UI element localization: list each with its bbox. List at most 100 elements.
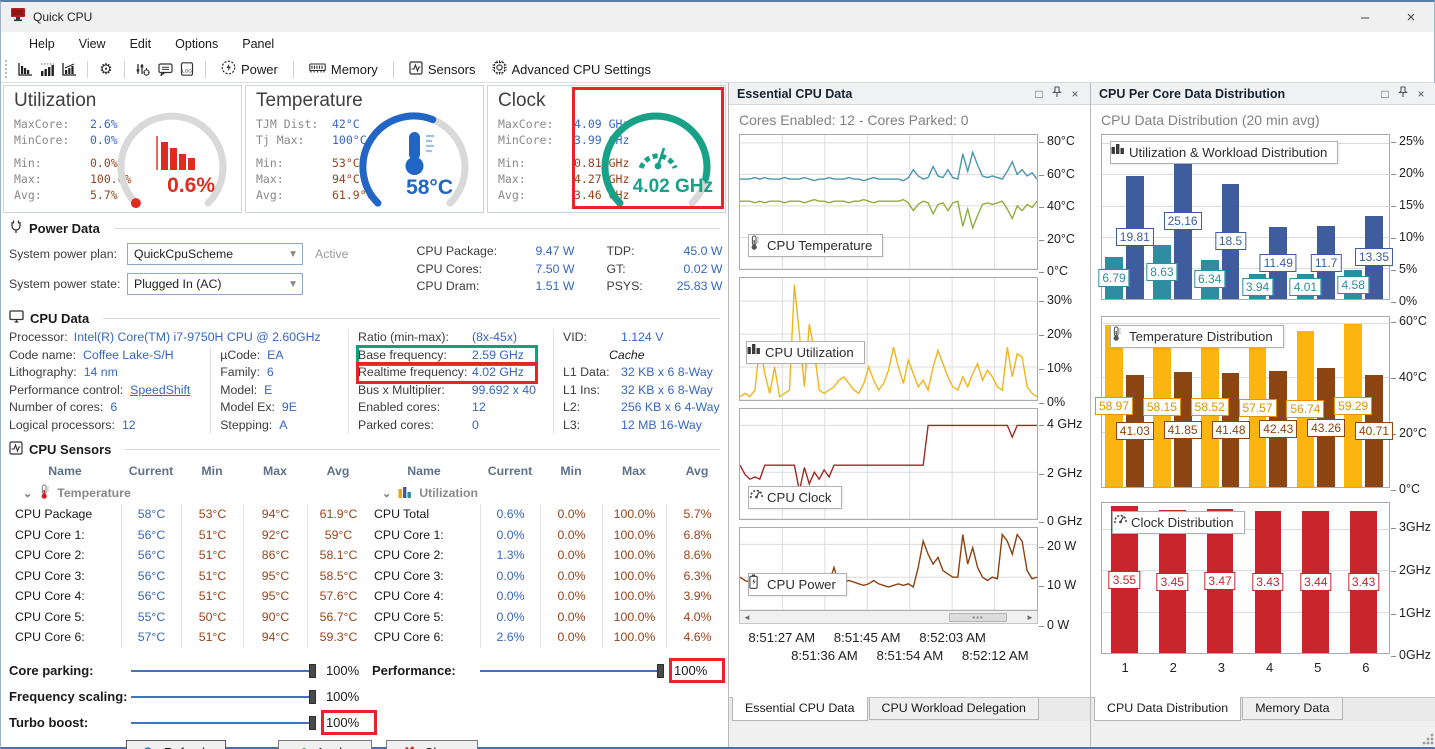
close-button[interactable]: × bbox=[1388, 2, 1434, 32]
current-value: 57°C bbox=[121, 627, 181, 648]
y-axis-label: 0 GHz bbox=[1038, 514, 1083, 528]
field-value: 1.51 W bbox=[535, 279, 575, 293]
column-header[interactable]: Max bbox=[243, 464, 307, 478]
slider-thumb[interactable] bbox=[308, 663, 316, 678]
toolbar: ⚙ LOG Power Memory Sensors Advanced CPU … bbox=[1, 56, 1434, 83]
core-parking-slider[interactable] bbox=[131, 663, 316, 679]
scroll-right-icon[interactable]: ► bbox=[1023, 613, 1037, 622]
chart-trend-icon[interactable] bbox=[58, 59, 80, 79]
power-plan-select[interactable]: QuickCpuScheme ▼ bbox=[127, 243, 303, 265]
cpu-utilization-legend: CPU Utilization bbox=[746, 341, 865, 364]
legend-label: CPU Power bbox=[767, 577, 836, 592]
field-label: Max: bbox=[498, 172, 526, 186]
comment-icon[interactable] bbox=[154, 59, 176, 79]
menu-item-view[interactable]: View bbox=[67, 35, 118, 53]
chart-ascending-icon[interactable] bbox=[36, 59, 58, 79]
chevron-down-icon[interactable]: ⌄ bbox=[382, 487, 391, 500]
tab-memory-data[interactable]: Memory Data bbox=[1242, 698, 1343, 720]
menu-item-help[interactable]: Help bbox=[17, 35, 67, 53]
scrollbar-thumb[interactable]: ▪▪▪ bbox=[949, 612, 1007, 622]
slider-thumb[interactable] bbox=[308, 715, 316, 730]
turbo-boost-label: Turbo boost: bbox=[9, 715, 89, 730]
column-header[interactable]: Name bbox=[9, 464, 121, 478]
column-header[interactable]: Min bbox=[181, 464, 243, 478]
apply-button[interactable]: ✔ Apply bbox=[278, 739, 373, 749]
tune-sliders-icon[interactable] bbox=[132, 59, 154, 79]
maximize-panel-icon[interactable]: □ bbox=[1376, 87, 1394, 101]
memory-button[interactable]: Memory bbox=[301, 61, 386, 78]
max-value: 94°C bbox=[243, 627, 307, 648]
turbo-boost-slider[interactable] bbox=[131, 715, 316, 731]
column-header[interactable]: Current bbox=[480, 464, 540, 478]
cores-enabled-status: Cores Enabled: 12 - Cores Parked: 0 bbox=[739, 112, 969, 128]
gear-icon[interactable]: ⚙ bbox=[95, 59, 117, 79]
power-state-select[interactable]: Plugged In (AC) ▼ bbox=[127, 273, 303, 295]
chart-descending-icon[interactable] bbox=[14, 59, 36, 79]
speedshift-link[interactable]: SpeedShift bbox=[130, 382, 190, 400]
pulse-icon bbox=[9, 441, 23, 458]
cpu-power-legend: CPU Power bbox=[748, 573, 847, 596]
current-value: 1.3% bbox=[480, 545, 540, 566]
minimize-button[interactable]: – bbox=[1342, 2, 1388, 32]
column-header[interactable]: Name bbox=[368, 464, 480, 478]
performance-label: Performance: bbox=[371, 663, 456, 678]
column-header[interactable]: Current bbox=[121, 464, 181, 478]
power-plan-active-label: Active bbox=[315, 247, 349, 261]
column-header[interactable]: Max bbox=[602, 464, 666, 478]
current-value: 0.0% bbox=[480, 565, 540, 586]
time-label: 8:51:54 AM bbox=[876, 648, 944, 663]
field-label: TJM Dist: bbox=[256, 117, 319, 131]
pin-icon[interactable] bbox=[1048, 86, 1066, 101]
power-button[interactable]: Power bbox=[213, 59, 286, 79]
data-row: Parked cores: 0 bbox=[358, 417, 536, 435]
bar-value-label: 59.29 bbox=[1334, 396, 1373, 415]
sensor-row: CPU Core 6: 57°C 51°C 94°C 59.3°C bbox=[9, 627, 361, 648]
bar-value-label: 41.48 bbox=[1211, 421, 1250, 440]
data-row: Bus x Multiplier: 99.692 x 40 bbox=[358, 382, 536, 400]
y-axis-label: 2 GHz bbox=[1038, 465, 1083, 480]
chart-scrollbar[interactable]: ◄ ▪▪▪ ► bbox=[739, 611, 1038, 624]
data-row: Model: E bbox=[220, 382, 339, 400]
frequency-scaling-slider[interactable] bbox=[131, 689, 316, 705]
field-label: Min: bbox=[498, 156, 526, 170]
gridline bbox=[1102, 322, 1389, 324]
tab-essential-cpu-data[interactable]: Essential CPU Data bbox=[732, 697, 868, 721]
performance-slider[interactable] bbox=[479, 663, 665, 679]
sensors-button[interactable]: Sensors bbox=[401, 60, 484, 79]
sensor-row: CPU Total 0.6% 0.0% 100.0% 5.7% bbox=[368, 504, 720, 525]
field-value: 9.47 W bbox=[535, 244, 575, 258]
cpu-clock-chart: CPU Clock 4 GHz 2 GHz 0 GHz bbox=[729, 403, 1090, 528]
tab-cpu-workload-delegation[interactable]: CPU Workload Delegation bbox=[868, 698, 1039, 720]
chevron-down-icon: ▼ bbox=[288, 278, 298, 290]
maximize-panel-icon[interactable]: □ bbox=[1030, 87, 1048, 101]
menu-item-panel[interactable]: Panel bbox=[230, 35, 286, 53]
resize-grip[interactable] bbox=[1422, 733, 1434, 745]
advanced-cpu-settings-button[interactable]: Advanced CPU Settings bbox=[484, 59, 659, 79]
slider-thumb[interactable] bbox=[657, 663, 664, 678]
close-panel-icon[interactable]: × bbox=[1412, 87, 1430, 101]
refresh-button[interactable]: ⟳ Refresh bbox=[126, 739, 227, 749]
field-label: MinCore: bbox=[498, 133, 554, 147]
y-axis-label: 40°C bbox=[1391, 369, 1427, 384]
sensor-row: CPU Core 3: 0.0% 0.0% 100.0% 6.3% bbox=[368, 565, 720, 586]
close-panel-icon[interactable]: × bbox=[1066, 87, 1084, 101]
pin-icon[interactable] bbox=[1394, 86, 1412, 101]
log-icon[interactable]: LOG bbox=[176, 59, 198, 79]
column-header[interactable]: Min bbox=[540, 464, 602, 478]
per-core-panel: CPU Per Core Data Distribution □ × CPU D… bbox=[1090, 83, 1435, 747]
sensor-row: CPU Package 58°C 53°C 94°C 61.9°C bbox=[9, 504, 361, 525]
field-label: Realtime frequency: bbox=[358, 365, 468, 379]
field-label: MaxCore: bbox=[14, 117, 70, 131]
y-axis-label: 15% bbox=[1390, 198, 1425, 213]
scroll-left-icon[interactable]: ◄ bbox=[740, 613, 754, 622]
column-header[interactable]: Avg bbox=[307, 464, 369, 478]
percore-panel-title: CPU Per Core Data Distribution bbox=[1099, 86, 1286, 101]
column-header[interactable]: Avg bbox=[666, 464, 728, 478]
menu-item-edit[interactable]: Edit bbox=[118, 35, 164, 53]
toolbar-grip[interactable] bbox=[5, 60, 10, 78]
close-dialog-button[interactable]: ✘ Close bbox=[386, 739, 479, 749]
tab-cpu-data-distribution[interactable]: CPU Data Distribution bbox=[1094, 697, 1242, 721]
slider-thumb[interactable] bbox=[308, 689, 316, 704]
chevron-down-icon[interactable]: ⌄ bbox=[23, 487, 32, 500]
menu-item-options[interactable]: Options bbox=[163, 35, 230, 53]
